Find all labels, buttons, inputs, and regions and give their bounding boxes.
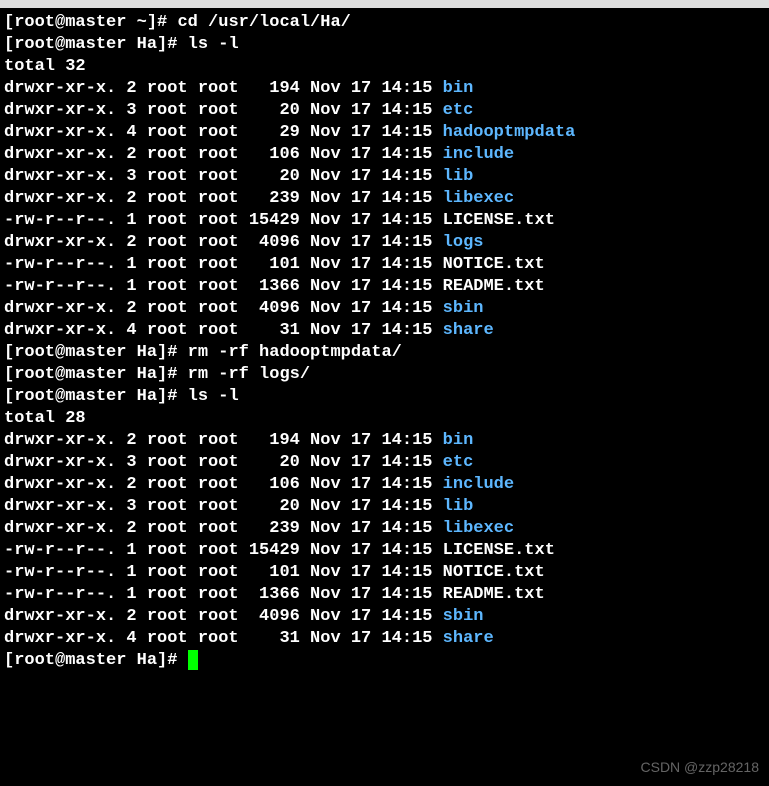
- file-permissions: drwxr-xr-x. 3 root root 20 Nov 17 14:15: [4, 167, 443, 186]
- file-listing: drwxr-xr-x. 2 root root 194 Nov 17 14:15…: [4, 430, 765, 650]
- directory-name: bin: [443, 79, 474, 98]
- command-text: rm -rf hadooptmpdata/: [188, 343, 402, 362]
- file-permissions: drwxr-xr-x. 3 root root 20 Nov 17 14:15: [4, 101, 443, 120]
- file-name: LICENSE.txt: [443, 541, 555, 560]
- list-item: drwxr-xr-x. 2 root root 194 Nov 17 14:15…: [4, 78, 765, 100]
- list-item: drwxr-xr-x. 3 root root 20 Nov 17 14:15 …: [4, 452, 765, 474]
- file-name: NOTICE.txt: [443, 255, 545, 274]
- file-permissions: drwxr-xr-x. 2 root root 4096 Nov 17 14:1…: [4, 299, 443, 318]
- directory-name: sbin: [443, 299, 484, 318]
- list-item: drwxr-xr-x. 4 root root 29 Nov 17 14:15 …: [4, 122, 765, 144]
- file-permissions: drwxr-xr-x. 4 root root 29 Nov 17 14:15: [4, 123, 443, 142]
- file-permissions: drwxr-xr-x. 4 root root 31 Nov 17 14:15: [4, 629, 443, 648]
- list-item: -rw-r--r--. 1 root root 15429 Nov 17 14:…: [4, 210, 765, 232]
- file-permissions: drwxr-xr-x. 2 root root 106 Nov 17 14:15: [4, 475, 443, 494]
- prompt: [root@master ~]#: [4, 13, 177, 32]
- file-permissions: -rw-r--r--. 1 root root 101 Nov 17 14:15: [4, 563, 443, 582]
- command-text: ls -l: [188, 387, 239, 406]
- file-name: LICENSE.txt: [443, 211, 555, 230]
- list-item: drwxr-xr-x. 4 root root 31 Nov 17 14:15 …: [4, 320, 765, 342]
- list-item: drwxr-xr-x. 2 root root 4096 Nov 17 14:1…: [4, 606, 765, 628]
- file-permissions: -rw-r--r--. 1 root root 101 Nov 17 14:15: [4, 255, 443, 274]
- file-permissions: drwxr-xr-x. 2 root root 4096 Nov 17 14:1…: [4, 607, 443, 626]
- file-permissions: drwxr-xr-x. 2 root root 239 Nov 17 14:15: [4, 519, 443, 538]
- command-text: cd /usr/local/Ha/: [177, 13, 350, 32]
- file-permissions: -rw-r--r--. 1 root root 15429 Nov 17 14:…: [4, 541, 443, 560]
- command-text: rm -rf logs/: [188, 365, 310, 384]
- command-line: [root@master Ha]# ls -l: [4, 34, 765, 56]
- list-item: drwxr-xr-x. 2 root root 239 Nov 17 14:15…: [4, 518, 765, 540]
- file-permissions: drwxr-xr-x. 4 root root 31 Nov 17 14:15: [4, 321, 443, 340]
- total-line: total 28: [4, 408, 765, 430]
- file-permissions: drwxr-xr-x. 2 root root 194 Nov 17 14:15: [4, 431, 443, 450]
- list-item: -rw-r--r--. 1 root root 1366 Nov 17 14:1…: [4, 276, 765, 298]
- command-line: [root@master Ha]# ls -l: [4, 386, 765, 408]
- prompt: [root@master Ha]#: [4, 35, 188, 54]
- prompt: [root@master Ha]#: [4, 387, 188, 406]
- directory-name: libexec: [443, 189, 514, 208]
- file-permissions: drwxr-xr-x. 2 root root 106 Nov 17 14:15: [4, 145, 443, 164]
- file-permissions: drwxr-xr-x. 3 root root 20 Nov 17 14:15: [4, 497, 443, 516]
- file-permissions: drwxr-xr-x. 2 root root 4096 Nov 17 14:1…: [4, 233, 443, 252]
- file-listing: drwxr-xr-x. 2 root root 194 Nov 17 14:15…: [4, 78, 765, 342]
- file-permissions: drwxr-xr-x. 2 root root 239 Nov 17 14:15: [4, 189, 443, 208]
- total-line: total 32: [4, 56, 765, 78]
- list-item: -rw-r--r--. 1 root root 15429 Nov 17 14:…: [4, 540, 765, 562]
- file-permissions: drwxr-xr-x. 3 root root 20 Nov 17 14:15: [4, 453, 443, 472]
- list-item: drwxr-xr-x. 3 root root 20 Nov 17 14:15 …: [4, 166, 765, 188]
- list-item: drwxr-xr-x. 3 root root 20 Nov 17 14:15 …: [4, 496, 765, 518]
- watermark-text: CSDN @zzp28218: [641, 756, 760, 778]
- file-name: README.txt: [443, 277, 545, 296]
- prompt: [root@master Ha]#: [4, 365, 188, 384]
- file-name: README.txt: [443, 585, 545, 604]
- directory-name: etc: [443, 453, 474, 472]
- list-item: drwxr-xr-x. 3 root root 20 Nov 17 14:15 …: [4, 100, 765, 122]
- list-item: drwxr-xr-x. 2 root root 106 Nov 17 14:15…: [4, 474, 765, 496]
- file-permissions: -rw-r--r--. 1 root root 15429 Nov 17 14:…: [4, 211, 443, 230]
- command-line: [root@master ~]# cd /usr/local/Ha/: [4, 12, 765, 34]
- file-permissions: drwxr-xr-x. 2 root root 194 Nov 17 14:15: [4, 79, 443, 98]
- directory-name: etc: [443, 101, 474, 120]
- terminal-window[interactable]: [root@master ~]# cd /usr/local/Ha/ [root…: [0, 0, 769, 786]
- directory-name: include: [443, 145, 514, 164]
- file-permissions: -rw-r--r--. 1 root root 1366 Nov 17 14:1…: [4, 585, 443, 604]
- list-item: drwxr-xr-x. 2 root root 194 Nov 17 14:15…: [4, 430, 765, 452]
- directory-name: sbin: [443, 607, 484, 626]
- list-item: drwxr-xr-x. 2 root root 4096 Nov 17 14:1…: [4, 298, 765, 320]
- list-item: -rw-r--r--. 1 root root 1366 Nov 17 14:1…: [4, 584, 765, 606]
- directory-name: libexec: [443, 519, 514, 538]
- file-permissions: -rw-r--r--. 1 root root 1366 Nov 17 14:1…: [4, 277, 443, 296]
- list-item: drwxr-xr-x. 2 root root 106 Nov 17 14:15…: [4, 144, 765, 166]
- directory-name: lib: [443, 497, 474, 516]
- command-line: [root@master Ha]# rm -rf logs/: [4, 364, 765, 386]
- list-item: drwxr-xr-x. 2 root root 4096 Nov 17 14:1…: [4, 232, 765, 254]
- list-item: drwxr-xr-x. 4 root root 31 Nov 17 14:15 …: [4, 628, 765, 650]
- file-name: NOTICE.txt: [443, 563, 545, 582]
- list-item: -rw-r--r--. 1 root root 101 Nov 17 14:15…: [4, 254, 765, 276]
- command-text: ls -l: [188, 35, 239, 54]
- list-item: -rw-r--r--. 1 root root 101 Nov 17 14:15…: [4, 562, 765, 584]
- cursor-icon: [188, 650, 198, 670]
- directory-name: include: [443, 475, 514, 494]
- list-item: drwxr-xr-x. 2 root root 239 Nov 17 14:15…: [4, 188, 765, 210]
- command-line: [root@master Ha]#: [4, 650, 765, 672]
- directory-name: logs: [443, 233, 484, 252]
- directory-name: share: [443, 321, 494, 340]
- directory-name: lib: [443, 167, 474, 186]
- prompt: [root@master Ha]#: [4, 651, 188, 670]
- directory-name: bin: [443, 431, 474, 450]
- command-line: [root@master Ha]# rm -rf hadooptmpdata/: [4, 342, 765, 364]
- directory-name: hadooptmpdata: [443, 123, 576, 142]
- prompt: [root@master Ha]#: [4, 343, 188, 362]
- directory-name: share: [443, 629, 494, 648]
